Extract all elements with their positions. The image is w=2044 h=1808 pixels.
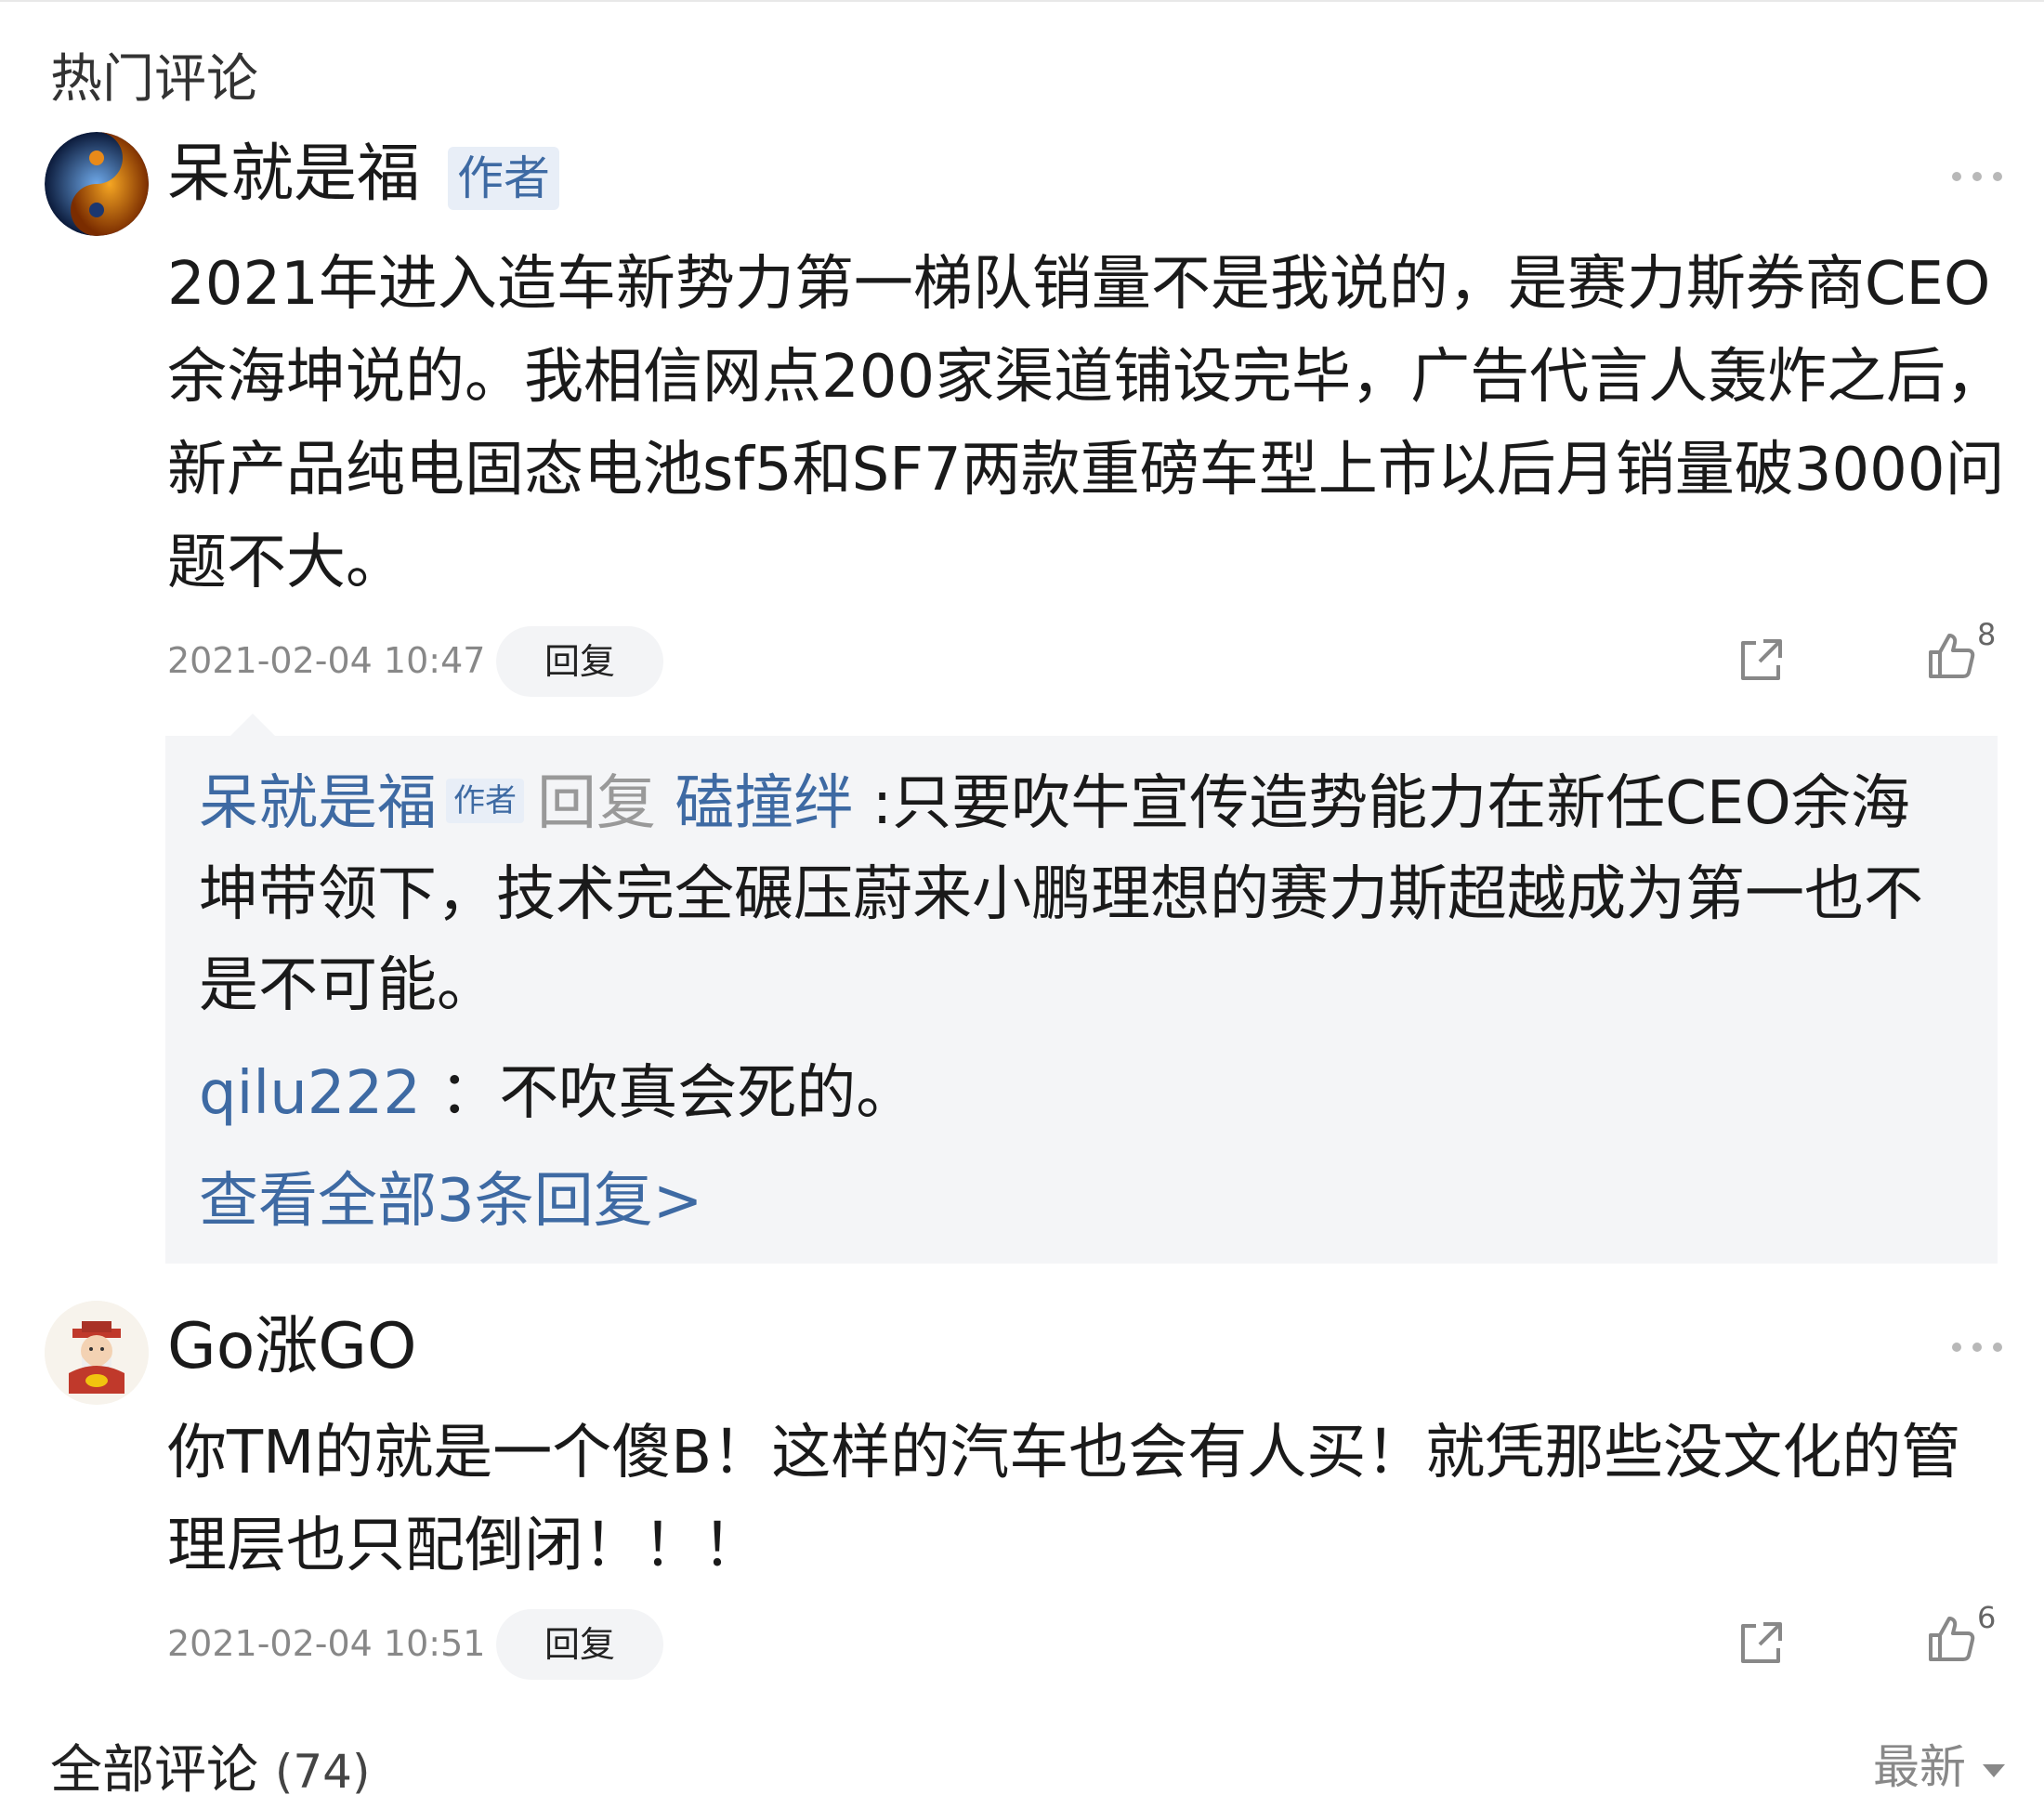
reply-button[interactable]: 回复 — [496, 1609, 663, 1680]
comment-text: 你TM的就是一个傻B！这样的汽车也会有人买！就凭那些没文化的管理层也只配倒闭！！… — [167, 1419, 1961, 1580]
reply-author[interactable]: 呆就是福 — [199, 769, 437, 838]
comment-timestamp: 2021-02-04 10:51 — [167, 1623, 486, 1664]
like-button[interactable]: 8 — [1925, 617, 1996, 686]
sort-dropdown[interactable]: 最新 — [1873, 1734, 2005, 1801]
more-options-icon[interactable] — [1949, 167, 2005, 186]
replies-pointer — [230, 714, 275, 736]
all-comments-label: 全部评论 — [50, 1740, 258, 1801]
avatar[interactable] — [45, 132, 149, 236]
like-count: 6 — [1977, 1600, 1997, 1635]
share-icon[interactable] — [1736, 1617, 1788, 1669]
hot-comments-title: 热门评论 — [50, 49, 258, 110]
all-comments-count: (74) — [274, 1745, 371, 1799]
like-count: 8 — [1977, 617, 1997, 652]
caret-down-icon — [1983, 1763, 2005, 1777]
author-badge: 作者 — [448, 147, 559, 210]
reply-item[interactable]: qilu222 ：不吹真会死的。 — [199, 1048, 1964, 1139]
like-button[interactable]: 6 — [1925, 1600, 1996, 1669]
reply-word: 回复 — [537, 769, 656, 838]
top-divider — [0, 0, 2044, 2]
sort-label: 最新 — [1873, 1740, 1966, 1794]
reply-text: 不吹真会死的。 — [499, 1059, 916, 1128]
thumbs-up-icon — [1929, 634, 1975, 678]
all-comments-title: 全部评论 (74) — [50, 1737, 370, 1805]
reply-item[interactable]: 呆就是福 作者 回复 磕撞绊 :只要吹牛宣传造势能力在新任CEO余海坤带领下，技术完… — [199, 758, 1964, 1031]
reply-target[interactable]: 磕撞绊 — [675, 769, 853, 838]
comment-timestamp: 2021-02-04 10:47 — [167, 640, 486, 681]
view-all-replies-link[interactable]: 查看全部3条回复> — [199, 1156, 702, 1247]
reply-author[interactable]: qilu222 — [199, 1059, 421, 1128]
reply-separator: ： — [439, 1059, 500, 1128]
more-options-icon[interactable] — [1949, 1338, 2005, 1356]
reply-button[interactable]: 回复 — [496, 626, 663, 697]
author-badge: 作者 — [446, 779, 524, 824]
comment-username[interactable]: 呆就是福 — [167, 136, 420, 214]
comment-username[interactable]: Go涨GO — [167, 1308, 417, 1386]
avatar[interactable] — [45, 1301, 149, 1405]
share-icon[interactable] — [1736, 634, 1788, 686]
thumbs-up-icon — [1929, 1617, 1975, 1661]
comment-text: 2021年进入造车新势力第一梯队销量不是我说的，是赛力斯券商CEO余海坤说的。我… — [167, 250, 2006, 597]
reply-separator: : — [871, 769, 893, 838]
